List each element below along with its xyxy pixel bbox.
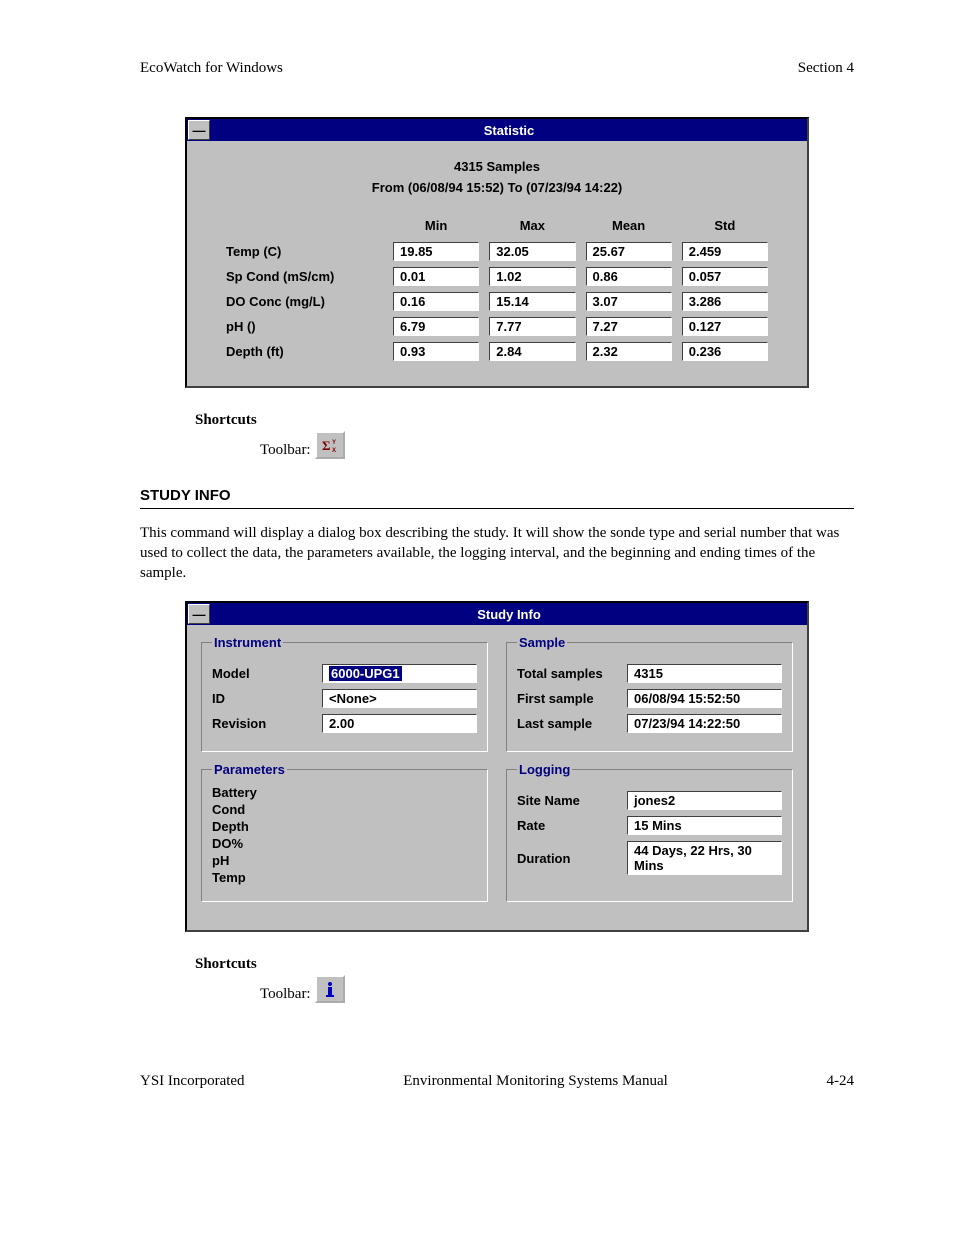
toolbar-label: Toolbar: <box>260 986 311 1003</box>
header-left: EcoWatch for Windows <box>140 60 283 77</box>
statistic-dialog: — Statistic 4315 Samples From (06/08/94 … <box>185 117 809 388</box>
row-label: Temp (C) <box>225 241 384 262</box>
shortcuts-heading: Shortcuts <box>195 412 854 429</box>
cell: 2.32 <box>586 342 672 361</box>
col-max: Max <box>488 217 576 237</box>
list-item: Battery <box>212 785 477 802</box>
list-item: Depth <box>212 819 477 836</box>
list-item: pH <box>212 853 477 870</box>
rate-value: 15 Mins <box>627 816 782 835</box>
cell: 0.86 <box>586 267 672 286</box>
sample-legend: Sample <box>517 635 567 650</box>
footer-center: Environmental Monitoring Systems Manual <box>403 1073 668 1090</box>
system-menu-icon[interactable]: — <box>188 120 210 140</box>
total-samples-value: 4315 <box>627 664 782 683</box>
site-name-label: Site Name <box>517 793 627 808</box>
cell: 0.01 <box>393 267 479 286</box>
instrument-legend: Instrument <box>212 635 283 650</box>
sample-count: 4315 Samples <box>217 157 777 178</box>
cell: 0.127 <box>682 317 768 336</box>
study-info-dialog: — Study Info Instrument Model 6000-UPG1 … <box>185 601 809 932</box>
footer-left: YSI Incorporated <box>140 1073 245 1090</box>
duration-label: Duration <box>517 851 627 866</box>
toolbar-label: Toolbar: <box>260 442 311 459</box>
cell: 0.93 <box>393 342 479 361</box>
section-rule <box>140 508 854 509</box>
table-row: Sp Cond (mS/cm) 0.01 1.02 0.86 0.057 <box>225 266 769 287</box>
cell: 7.77 <box>489 317 575 336</box>
svg-text:Σ: Σ <box>322 438 331 453</box>
cell: 3.286 <box>682 292 768 311</box>
statistic-table: Min Max Mean Std Temp (C) 19.85 32.05 25… <box>217 213 777 366</box>
table-row: Depth (ft) 0.93 2.84 2.32 0.236 <box>225 341 769 362</box>
cell: 3.07 <box>586 292 672 311</box>
cell: 19.85 <box>393 242 479 261</box>
parameters-legend: Parameters <box>212 762 287 777</box>
duration-value: 44 Days, 22 Hrs, 30 Mins <box>627 841 782 875</box>
cell: 2.459 <box>682 242 768 261</box>
cell: 0.16 <box>393 292 479 311</box>
header-right: Section 4 <box>798 60 854 77</box>
col-mean: Mean <box>585 217 673 237</box>
table-row: pH () 6.79 7.77 7.27 0.127 <box>225 316 769 337</box>
cell: 6.79 <box>393 317 479 336</box>
list-item: Temp <box>212 870 477 887</box>
site-name-value: jones2 <box>627 791 782 810</box>
model-label: Model <box>212 666 322 681</box>
stats-toolbar-icon[interactable]: Σ Y X <box>315 431 345 459</box>
statistic-titlebar: — Statistic <box>187 119 807 141</box>
svg-text:X: X <box>332 448 336 453</box>
id-label: ID <box>212 691 322 706</box>
cell: 32.05 <box>489 242 575 261</box>
study-info-title: Study Info <box>211 607 807 622</box>
revision-value: 2.00 <box>322 714 477 733</box>
study-info-titlebar: — Study Info <box>187 603 807 625</box>
logging-legend: Logging <box>517 762 572 777</box>
logging-group: Logging Site Name jones2 Rate 15 Mins Du… <box>506 762 793 902</box>
total-samples-label: Total samples <box>517 666 627 681</box>
list-item: Cond <box>212 802 477 819</box>
cell: 7.27 <box>586 317 672 336</box>
rate-label: Rate <box>517 818 627 833</box>
table-row: DO Conc (mg/L) 0.16 15.14 3.07 3.286 <box>225 291 769 312</box>
study-info-heading: STUDY INFO <box>140 487 854 504</box>
row-label: DO Conc (mg/L) <box>225 291 384 312</box>
col-std: Std <box>681 217 769 237</box>
parameters-group: Parameters Battery Cond Depth DO% pH Tem… <box>201 762 488 902</box>
instrument-group: Instrument Model 6000-UPG1 ID <None> Rev… <box>201 635 488 752</box>
list-item: DO% <box>212 836 477 853</box>
first-sample-label: First sample <box>517 691 627 706</box>
model-value: 6000-UPG1 <box>322 664 477 683</box>
last-sample-label: Last sample <box>517 716 627 731</box>
row-label: Depth (ft) <box>225 341 384 362</box>
cell: 15.14 <box>489 292 575 311</box>
cell: 25.67 <box>586 242 672 261</box>
id-value: <None> <box>322 689 477 708</box>
table-row: Temp (C) 19.85 32.05 25.67 2.459 <box>225 241 769 262</box>
revision-label: Revision <box>212 716 322 731</box>
footer-right: 4-24 <box>826 1073 854 1090</box>
first-sample-value: 06/08/94 15:52:50 <box>627 689 782 708</box>
statistic-title: Statistic <box>211 123 807 138</box>
last-sample-value: 07/23/94 14:22:50 <box>627 714 782 733</box>
study-info-text: This command will display a dialog box d… <box>140 523 854 584</box>
sample-group: Sample Total samples 4315 First sample 0… <box>506 635 793 752</box>
cell: 0.236 <box>682 342 768 361</box>
row-label: pH () <box>225 316 384 337</box>
cell: 2.84 <box>489 342 575 361</box>
sample-range: From (06/08/94 15:52) To (07/23/94 14:22… <box>217 178 777 199</box>
cell: 1.02 <box>489 267 575 286</box>
svg-text:Y: Y <box>332 440 336 446</box>
system-menu-icon[interactable]: — <box>188 604 210 624</box>
row-label: Sp Cond (mS/cm) <box>225 266 384 287</box>
shortcuts-heading: Shortcuts <box>195 956 854 973</box>
col-min: Min <box>392 217 480 237</box>
info-toolbar-icon[interactable] <box>315 975 345 1003</box>
cell: 0.057 <box>682 267 768 286</box>
